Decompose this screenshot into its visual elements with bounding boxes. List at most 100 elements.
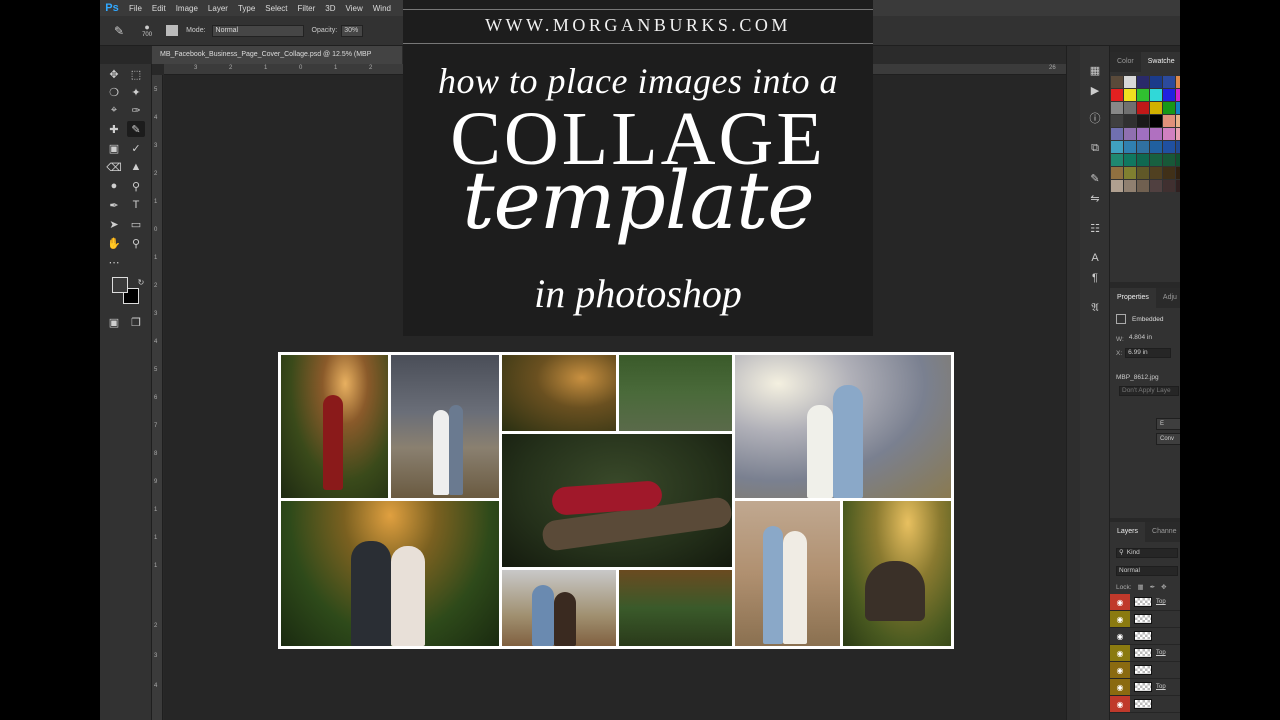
color-swatch[interactable]: [1163, 141, 1175, 153]
collage-photo-couple-closeup[interactable]: [502, 570, 616, 646]
visibility-eye-icon[interactable]: ◉: [1110, 696, 1130, 712]
color-swatch[interactable]: [1137, 76, 1149, 88]
brush-settings-icon[interactable]: ✎: [1087, 170, 1103, 186]
history-brush-tool-icon[interactable]: ✓: [127, 140, 145, 156]
more-tools-icon[interactable]: ⋯: [105, 254, 123, 270]
color-swatch[interactable]: [1124, 180, 1136, 192]
history-panel-icon[interactable]: ▦: [1087, 62, 1103, 78]
color-swatch[interactable]: [1111, 128, 1123, 140]
layer-row[interactable]: ◉: [1110, 696, 1180, 713]
tab-channels[interactable]: Channe: [1145, 522, 1180, 542]
collage-photo-couple-field[interactable]: [735, 501, 840, 646]
convert-button[interactable]: Conv: [1156, 433, 1180, 445]
collage-photo-maternity-log[interactable]: [502, 434, 732, 567]
crop-tool-icon[interactable]: ⌖: [105, 102, 123, 118]
color-swatch[interactable]: [1124, 102, 1136, 114]
type-tool-icon[interactable]: T: [127, 197, 145, 213]
tab-properties[interactable]: Properties: [1110, 288, 1156, 308]
color-swatch[interactable]: [1150, 102, 1162, 114]
layer-name[interactable]: Top: [1156, 599, 1166, 605]
color-swatch[interactable]: [1150, 128, 1162, 140]
visibility-eye-icon[interactable]: ◉: [1110, 645, 1130, 661]
layer-row[interactable]: ◉ Top: [1110, 679, 1180, 696]
edit-contents-button[interactable]: E: [1156, 418, 1180, 430]
color-swatch[interactable]: [1124, 128, 1136, 140]
color-swatch[interactable]: [1176, 102, 1180, 114]
width-input[interactable]: 4.804 in: [1127, 334, 1173, 344]
marquee-tool-icon[interactable]: ⬚: [127, 66, 145, 82]
color-swatch[interactable]: [1163, 76, 1175, 88]
color-swatch[interactable]: [1111, 180, 1123, 192]
paragraph-panel-icon[interactable]: ¶: [1087, 270, 1103, 286]
color-swatch[interactable]: [1150, 89, 1162, 101]
lock-move-icon[interactable]: ✥: [1161, 583, 1166, 591]
color-swatch[interactable]: [1137, 141, 1149, 153]
collage-photo-family-field[interactable]: [502, 355, 616, 431]
color-swatch[interactable]: [1176, 154, 1180, 166]
collage-photo-maternity-forest[interactable]: [281, 355, 388, 498]
mode-select[interactable]: Normal: [211, 24, 304, 37]
color-swatch[interactable]: [1124, 115, 1136, 127]
menu-3d[interactable]: 3D: [320, 4, 340, 13]
swap-colors-icon[interactable]: ↻: [132, 274, 150, 290]
hand-tool-icon[interactable]: ✋: [105, 235, 123, 251]
color-swatch[interactable]: [1176, 89, 1180, 101]
clone-source-icon[interactable]: ⧉: [1087, 140, 1103, 156]
color-swatch[interactable]: [1163, 102, 1175, 114]
visibility-eye-icon[interactable]: ◉: [1110, 628, 1130, 644]
blend-mode-select[interactable]: Normal: [1116, 566, 1178, 576]
tab-color[interactable]: Color: [1110, 52, 1141, 72]
magic-wand-tool-icon[interactable]: ✦: [127, 84, 145, 100]
menu-layer[interactable]: Layer: [203, 4, 233, 13]
visibility-eye-icon[interactable]: ◉: [1110, 662, 1130, 678]
blur-tool-icon[interactable]: ●: [105, 178, 123, 194]
character-panel-icon[interactable]: A: [1087, 250, 1103, 266]
color-swatch[interactable]: [1111, 154, 1123, 166]
adjustments-sliders-icon[interactable]: ⇋: [1087, 190, 1103, 206]
menu-type[interactable]: Type: [233, 4, 260, 13]
vertical-scrollbar[interactable]: [1066, 46, 1080, 720]
eyedropper-tool-icon[interactable]: ✑: [127, 102, 145, 118]
paint-bucket-tool-icon[interactable]: ▲: [127, 159, 145, 175]
brush-panel-icon[interactable]: [166, 25, 179, 36]
color-swatch[interactable]: [1124, 141, 1136, 153]
color-swatch[interactable]: [1163, 89, 1175, 101]
zoom-tool-icon[interactable]: ⚲: [127, 235, 145, 251]
lasso-tool-icon[interactable]: ❍: [105, 84, 123, 100]
pen-tool-icon[interactable]: ✒: [105, 197, 123, 213]
layer-row[interactable]: ◉: [1110, 662, 1180, 679]
color-swatch[interactable]: [1150, 141, 1162, 153]
quick-mask-icon[interactable]: ▣: [105, 314, 123, 330]
color-swatch[interactable]: [1163, 115, 1175, 127]
color-swatch[interactable]: [1163, 154, 1175, 166]
menu-window[interactable]: Wind: [368, 4, 396, 13]
healing-brush-tool-icon[interactable]: ✚: [105, 121, 123, 137]
color-swatch[interactable]: [1150, 167, 1162, 179]
tab-swatches[interactable]: Swatche: [1140, 52, 1180, 72]
rectangle-tool-icon[interactable]: ▭: [127, 216, 145, 232]
tab-layers[interactable]: Layers: [1110, 522, 1146, 542]
lock-pixels-icon[interactable]: ▦: [1138, 583, 1144, 591]
layer-name[interactable]: Top: [1156, 684, 1166, 690]
collage-photo-family-meadow[interactable]: [843, 501, 951, 646]
screen-mode-icon[interactable]: ❐: [127, 314, 145, 330]
collage-photo-family-bench[interactable]: [619, 355, 732, 431]
color-swatch[interactable]: [1111, 89, 1123, 101]
foreground-color-swatch[interactable]: [112, 277, 128, 293]
menu-view[interactable]: View: [341, 4, 368, 13]
actions-play-icon[interactable]: ▶: [1087, 82, 1103, 98]
document-tab[interactable]: MB_Facebook_Business_Page_Cover_Collage.…: [152, 46, 402, 64]
color-swatch[interactable]: [1111, 141, 1123, 153]
menu-image[interactable]: Image: [171, 4, 203, 13]
opacity-input[interactable]: 30%: [341, 24, 364, 37]
color-swatch[interactable]: [1137, 180, 1149, 192]
color-swatch[interactable]: [1124, 167, 1136, 179]
lock-paint-icon[interactable]: ✒: [1150, 583, 1155, 591]
tab-adjustments[interactable]: Adju: [1156, 288, 1180, 308]
collage-photo-family-woods[interactable]: [619, 570, 732, 646]
layer-row[interactable]: ◉: [1110, 611, 1180, 628]
color-swatch[interactable]: [1150, 115, 1162, 127]
clone-stamp-tool-icon[interactable]: ▣: [105, 140, 123, 156]
collage-photo-couple-storm-sky[interactable]: [391, 355, 499, 498]
move-tool-icon[interactable]: ✥: [105, 66, 123, 82]
